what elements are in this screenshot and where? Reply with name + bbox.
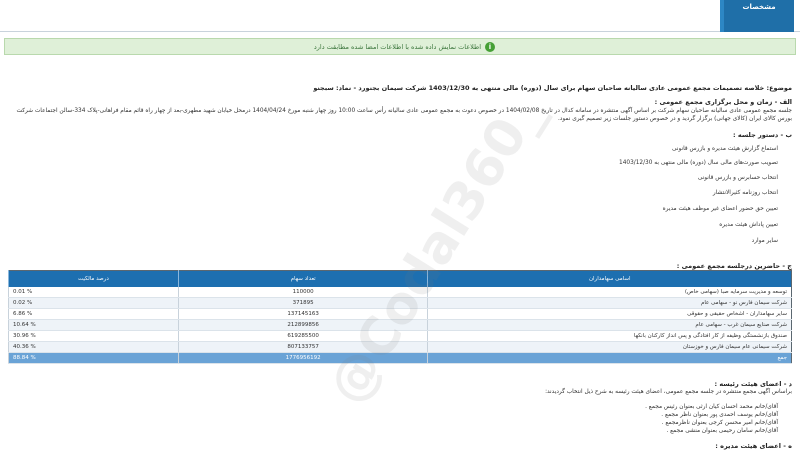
board-member: آقای/خانم سامان رحیمی بعنوان منشی مجمع . bbox=[666, 428, 778, 434]
share-count: 807133757 bbox=[177, 341, 428, 353]
ownership-percent: % 40.36 bbox=[8, 341, 179, 353]
info-icon: i bbox=[485, 42, 495, 52]
board-member: آقای/خانم امیر محسن کرجی بعنوان ناظرمجمع… bbox=[661, 420, 778, 426]
table-row: شرکت سیمانی عام سیمان فارس و خوزستان 807… bbox=[8, 341, 792, 353]
agenda-item: سایر موارد bbox=[751, 238, 778, 244]
section-b-title: ب - دستور جلسه : bbox=[733, 131, 792, 139]
section-c-title: ج - حاضرین درجلسه مجمع عمومی : bbox=[676, 262, 792, 270]
watermark-text: @Codal360_ bbox=[316, 85, 554, 415]
column-header-percent: درصد مالکیت bbox=[8, 270, 179, 287]
verification-notice: i اطلاعات نمایش داده شده با اطلاعات امضا… bbox=[4, 38, 796, 55]
shareholder-name: شرکت سیمان فارس نو - سهامی عام bbox=[427, 297, 792, 309]
shareholder-name: توسعه و مدیریت سرمایه صبا (سهامی خاص) bbox=[427, 286, 792, 298]
section-e-title: ه - اعضای هیئت مدیره : bbox=[715, 442, 792, 450]
share-count: 212899856 bbox=[177, 319, 428, 331]
total-label: جمع bbox=[427, 352, 792, 364]
ownership-percent: % 30.96 bbox=[8, 330, 179, 342]
total-shares: 1776956192 bbox=[177, 352, 428, 364]
table-row: سایر سهامداران - اشخاص حقیقی و حقوقی 137… bbox=[8, 308, 792, 320]
shareholder-name: صندوق بازنشستگی وظیفه از کار افتادگی و پ… bbox=[427, 330, 792, 342]
tab-specifications[interactable]: مشخصات bbox=[724, 0, 794, 32]
section-a-title: الف - زمان و محل برگزاری مجمع عمومی : bbox=[654, 98, 792, 106]
section-a-text: جلسه مجمع عمومی عادی سالیانه صاحبان سهام… bbox=[16, 108, 793, 122]
agenda-item: تعیین حق حضور اعضای غیر موظف هیئت مدیره bbox=[662, 206, 778, 212]
share-count: 619285500 bbox=[177, 330, 428, 342]
shareholder-name: شرکت سیمانی عام سیمان فارس و خوزستان bbox=[427, 341, 792, 353]
ownership-percent: % 0.01 bbox=[8, 286, 179, 298]
column-header-shareholders: اسامی سهامداران bbox=[427, 270, 792, 287]
share-count: 137145163 bbox=[177, 308, 428, 320]
shareholder-name: شرکت صنایع سیمان غرب - سهامی عام bbox=[427, 319, 792, 331]
notice-text: اطلاعات نمایش داده شده با اطلاعات امضا ش… bbox=[313, 43, 481, 51]
share-count: 110000 bbox=[177, 286, 428, 298]
table-row: توسعه و مدیریت سرمایه صبا (سهامی خاص) 11… bbox=[8, 286, 792, 298]
table-row: شرکت صنایع سیمان غرب - سهامی عام 2128998… bbox=[8, 319, 792, 331]
agenda-item: تعیین پاداش هیئت مدیره bbox=[719, 222, 778, 228]
table-row: صندوق بازنشستگی وظیفه از کار افتادگی و پ… bbox=[8, 330, 792, 342]
board-member: آقای/خانم محمد احسان کیان ارثی بعنوان رئ… bbox=[645, 404, 778, 410]
board-member: آقای/خانم یوسف احمدی پور بعنوان ناظر مجم… bbox=[661, 412, 778, 418]
report-subject: موضوع: خلاصه تصمیمات مجمع عمومی عادی سال… bbox=[313, 84, 792, 92]
attendees-table: اسامی سهامداران تعداد سهام درصد مالکیت ت… bbox=[8, 270, 792, 364]
ownership-percent: % 0.02 bbox=[8, 297, 179, 309]
table-total-row: جمع 1776956192 % 88.84 bbox=[8, 352, 792, 364]
section-d-intro: براساس آگهی مجمع منتشره در جلسه مجمع عمو… bbox=[545, 389, 792, 395]
table-row: شرکت سیمان فارس نو - سهامی عام 371895 % … bbox=[8, 297, 792, 309]
total-percent: % 88.84 bbox=[8, 352, 179, 364]
ownership-percent: % 6.86 bbox=[8, 308, 179, 320]
agenda-item: انتخاب حسابرس و بازرس قانونی bbox=[697, 175, 778, 181]
agenda-item: انتخاب روزنامه کثیرالانتشار bbox=[712, 190, 778, 196]
share-count: 371895 bbox=[177, 297, 428, 309]
agenda-item: استماع گزارش هیئت مدیره و بازرس قانونی bbox=[672, 146, 778, 152]
agenda-item: تصویب صورت‌های مالی سال (دوره) مالی منته… bbox=[619, 160, 778, 166]
table-header-row: اسامی سهامداران تعداد سهام درصد مالکیت bbox=[8, 270, 792, 287]
top-bar: مشخصات bbox=[0, 0, 800, 32]
column-header-shares: تعداد سهام bbox=[177, 270, 428, 287]
ownership-percent: % 10.64 bbox=[8, 319, 179, 331]
section-d-title: د - اعضای هیئت رئیسه : bbox=[714, 380, 792, 388]
shareholder-name: سایر سهامداران - اشخاص حقیقی و حقوقی bbox=[427, 308, 792, 320]
